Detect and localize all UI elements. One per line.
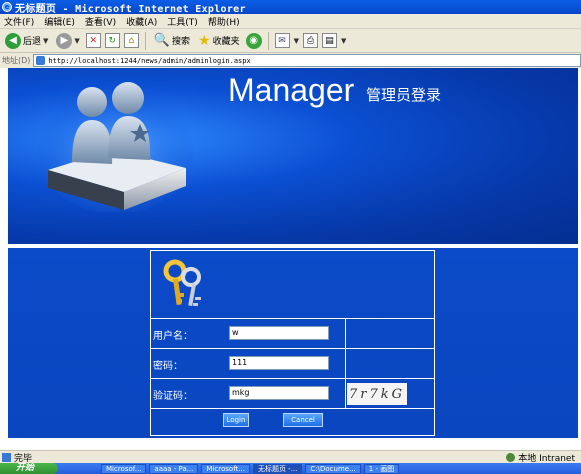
address-input[interactable]: http://localhost:1244/news/admin/adminlo… <box>33 54 581 67</box>
captcha-row: 验证码： mkg 7r7kG <box>151 379 434 409</box>
mail-icon[interactable]: ✉ <box>274 33 290 48</box>
banner-title: Manager <box>228 72 355 108</box>
status-page-icon <box>2 452 11 462</box>
favorites-label: 收藏夹 <box>212 37 240 47</box>
forward-dropdown-icon[interactable]: ▼ <box>74 37 79 45</box>
ie-logo-icon: e <box>2 2 12 12</box>
back-dropdown-icon[interactable]: ▼ <box>43 37 48 45</box>
taskbar-item[interactable]: Microsoft... <box>201 463 250 474</box>
forward-button[interactable]: ▶ ▼ <box>54 31 81 51</box>
taskbar-item[interactable]: Microsof... <box>101 463 147 474</box>
search-label: 搜索 <box>171 37 190 47</box>
banner-subtitle: 管理员登录 <box>366 86 442 104</box>
captcha-label: 验证码： <box>153 391 193 402</box>
taskbar-item[interactable]: 1 - 画图 <box>363 463 400 474</box>
password-label: 密码： <box>153 361 183 372</box>
refresh-icon[interactable]: ↻ <box>104 33 120 48</box>
page-icon <box>36 56 46 65</box>
toolbar: ◀ 后退 ▼ ▶ ▼ ✕ ↻ ⌂ 🔍 搜索 ★ 收藏夹 ◉ ✉ ▼ ⎙ ▤ ▼ <box>0 29 581 53</box>
captcha-input[interactable]: mkg <box>229 386 329 400</box>
star-icon: ★ <box>198 32 211 49</box>
menu-file[interactable]: 文件(F) <box>4 15 34 28</box>
menu-favorites[interactable]: 收藏(A) <box>126 15 157 28</box>
users-server-icon <box>38 82 194 212</box>
search-icon: 🔍 <box>153 33 170 48</box>
username-label: 用户名： <box>153 331 193 342</box>
home-icon[interactable]: ⌂ <box>123 33 139 48</box>
address-bar: 地址(D) http://localhost:1244/news/admin/a… <box>0 53 581 68</box>
search-button[interactable]: 🔍 搜索 <box>152 31 192 51</box>
menu-bar: 文件(F) 编辑(E) 查看(V) 收藏(A) 工具(T) 帮助(H) <box>0 14 581 29</box>
taskbar: 开始 Microsof... aaaa - Pa... Microsoft...… <box>0 463 581 474</box>
column-divider <box>345 319 346 349</box>
back-arrow-icon: ◀ <box>5 32 21 49</box>
media-icon[interactable]: ◉ <box>245 32 262 49</box>
start-button[interactable]: 开始 <box>0 463 58 474</box>
column-divider <box>345 379 346 409</box>
address-url: http://localhost:1244/news/admin/adminlo… <box>48 56 251 65</box>
banner: Manager 管理员登录 <box>8 68 578 244</box>
username-input[interactable]: w <box>229 326 329 340</box>
mail-dropdown-icon[interactable]: ▼ <box>294 37 299 45</box>
page-content: Manager 管理员登录 用户名： w 密码： 111 验证码： mkg 7r… <box>0 68 581 450</box>
menu-edit[interactable]: 编辑(E) <box>44 15 75 28</box>
edit-icon[interactable]: ▤ <box>321 33 337 48</box>
login-button[interactable]: Login <box>223 413 249 427</box>
username-row: 用户名： w <box>151 319 434 349</box>
column-divider <box>345 349 346 379</box>
menu-view[interactable]: 查看(V) <box>85 15 116 28</box>
taskbar-item-active[interactable]: 无标题页 -... <box>252 463 303 474</box>
password-input[interactable]: 111 <box>229 356 329 370</box>
menu-tools[interactable]: 工具(T) <box>167 15 198 28</box>
buttons-row: Login Cancel <box>151 409 434 435</box>
edit-dropdown-icon[interactable]: ▼ <box>341 37 346 45</box>
back-label: 后退 <box>23 37 42 47</box>
cancel-button[interactable]: Cancel <box>283 413 323 427</box>
stop-icon[interactable]: ✕ <box>85 33 101 48</box>
title-bar: e 无标题页 - Microsoft Internet Explorer <box>0 0 581 15</box>
captcha-image[interactable]: 7r7kG <box>347 383 407 405</box>
print-icon[interactable]: ⎙ <box>302 33 318 48</box>
window-title: 无标题页 - Microsoft Internet Explorer <box>15 3 246 15</box>
taskbar-item[interactable]: C:\Docume... <box>305 463 361 474</box>
login-form: 用户名： w 密码： 111 验证码： mkg 7r7kG Login Canc… <box>150 250 435 436</box>
toolbar-separator <box>267 31 269 50</box>
toolbar-separator <box>144 31 146 50</box>
taskbar-item[interactable]: aaaa - Pa... <box>149 463 199 474</box>
address-label: 地址(D) <box>2 56 31 65</box>
forward-arrow-icon: ▶ <box>56 32 73 49</box>
form-header <box>151 251 434 319</box>
status-text: 完毕 <box>14 453 33 464</box>
login-panel: 用户名： w 密码： 111 验证码： mkg 7r7kG Login Canc… <box>8 248 578 438</box>
password-row: 密码： 111 <box>151 349 434 379</box>
keys-icon <box>163 259 201 307</box>
intranet-icon <box>506 453 516 462</box>
favorites-button[interactable]: ★ 收藏夹 <box>196 31 242 51</box>
menu-help[interactable]: 帮助(H) <box>208 15 240 28</box>
status-bar: 完毕 本地 Intranet <box>0 450 581 464</box>
back-button[interactable]: ◀ 后退 ▼ <box>3 31 50 51</box>
